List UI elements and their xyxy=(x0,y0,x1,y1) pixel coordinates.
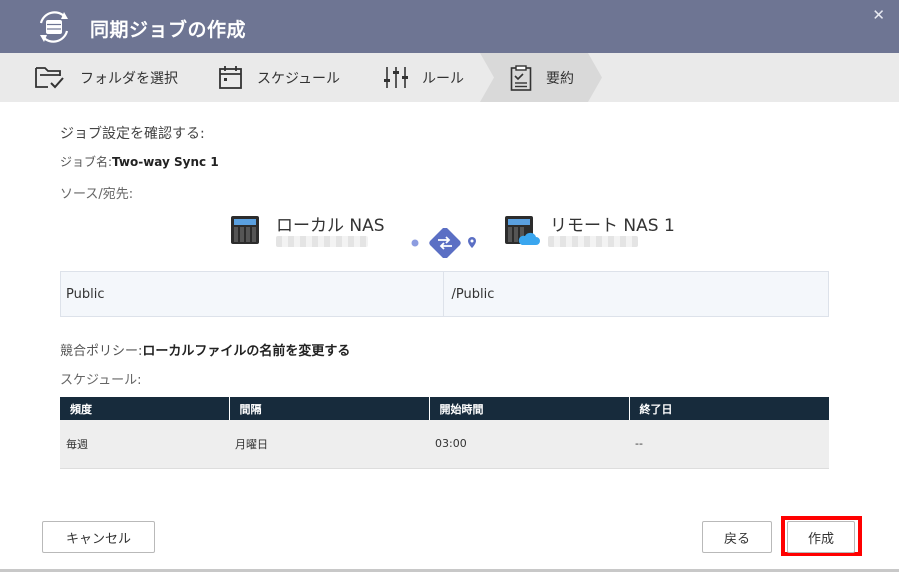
cell-start-time: 03:00 xyxy=(429,420,629,469)
job-name-row: ジョブ名:Two-way Sync 1 xyxy=(60,153,219,170)
step-summary[interactable]: 要約 xyxy=(510,53,574,102)
step-label: 要約 xyxy=(546,70,574,87)
local-nas-name: ローカル NAS xyxy=(276,216,385,236)
close-icon[interactable]: ✕ xyxy=(872,6,885,24)
source-destination-label: ソース/宛先: xyxy=(60,187,134,202)
column-header-frequency: 頻度 xyxy=(60,397,230,420)
conflict-policy-label: 競合ポリシー: xyxy=(60,344,143,359)
schedule-label: スケジュール: xyxy=(60,373,142,388)
cell-frequency: 毎週 xyxy=(60,420,229,469)
title-bar: 同期ジョブの作成 ✕ xyxy=(0,0,899,53)
back-button[interactable]: 戻る xyxy=(702,521,772,553)
step-select-folder[interactable]: フォルダを選択 xyxy=(34,53,178,102)
sync-job-app-icon xyxy=(39,11,69,43)
summary-heading: ジョブ設定を確認する: xyxy=(60,126,205,142)
wizard-steps: フォルダを選択 スケジュール ルール 要約 xyxy=(0,53,899,102)
window-title: 同期ジョブの作成 xyxy=(90,19,247,41)
remote-nas-name: リモート NAS 1 xyxy=(550,216,675,236)
local-nas-address-redacted xyxy=(276,236,368,247)
local-path-cell: Public xyxy=(66,286,105,302)
schedule-table: 頻度 間隔 開始時間 終了日 毎週 月曜日 03:00 -- xyxy=(60,397,829,469)
job-name-label: ジョブ名: xyxy=(60,155,113,169)
step-schedule[interactable]: スケジュール xyxy=(218,53,340,102)
table-header-row: 頻度 間隔 開始時間 終了日 xyxy=(60,397,829,420)
remote-nas-address-redacted xyxy=(548,236,638,247)
calendar-icon xyxy=(219,66,242,89)
job-name-value: Two-way Sync 1 xyxy=(112,155,219,169)
clipboard-icon xyxy=(510,64,532,91)
column-header-end-date: 終了日 xyxy=(629,397,829,420)
conflict-policy-value: ローカルファイルの名前を変更する xyxy=(142,344,351,359)
table-row: 毎週 月曜日 03:00 -- xyxy=(60,420,829,469)
remote-nas-cloud-icon xyxy=(505,216,540,245)
path-table: Public /Public xyxy=(60,271,829,317)
cancel-button[interactable]: キャンセル xyxy=(42,521,155,553)
remote-path-cell: /Public xyxy=(442,272,829,316)
step-label: ルール xyxy=(422,70,464,87)
folder-check-icon xyxy=(35,66,64,88)
conflict-policy-row: 競合ポリシー:ローカルファイルの名前を変更する xyxy=(60,340,350,359)
create-button[interactable]: 作成 xyxy=(787,521,855,553)
sliders-icon xyxy=(384,67,408,88)
cell-end-date: -- xyxy=(629,420,829,469)
column-header-interval: 間隔 xyxy=(229,397,430,420)
step-label: スケジュール xyxy=(257,70,341,87)
column-header-start-time: 開始時間 xyxy=(429,397,630,420)
two-way-sync-icon xyxy=(411,228,476,258)
step-label: フォルダを選択 xyxy=(80,70,178,87)
step-rules[interactable]: ルール xyxy=(384,53,464,102)
cell-interval: 月曜日 xyxy=(229,420,429,469)
local-nas-icon xyxy=(231,216,259,244)
